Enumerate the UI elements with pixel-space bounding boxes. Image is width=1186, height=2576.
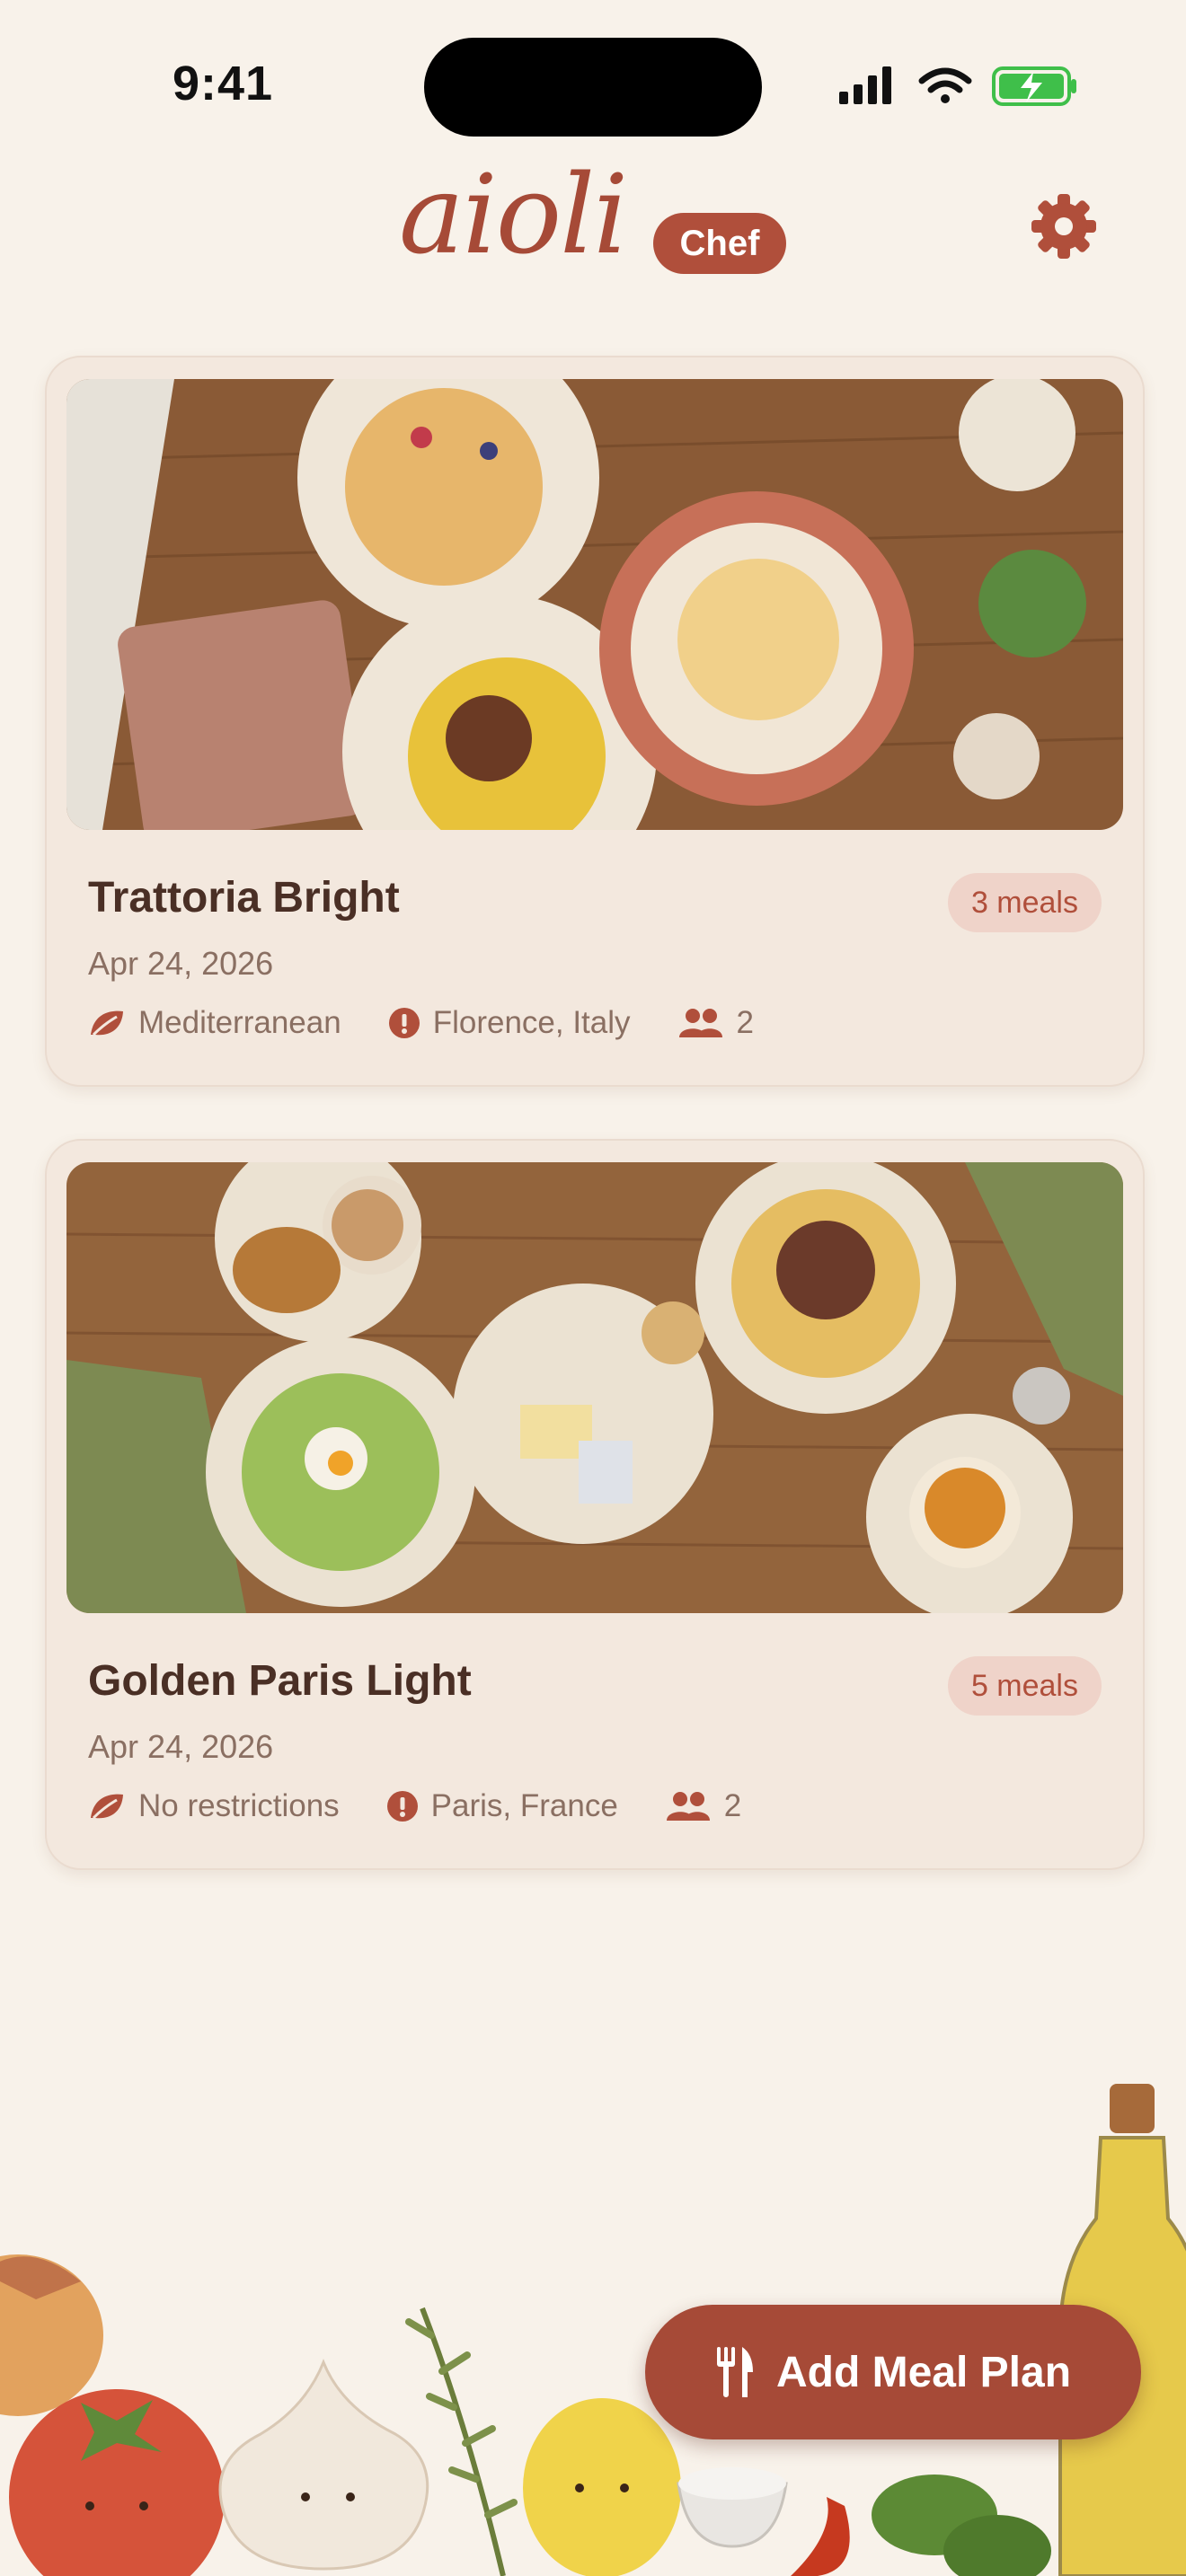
- chef-badge: Chef: [653, 213, 786, 274]
- location-tag: Florence, Italy: [388, 1005, 631, 1041]
- dynamic-island: [424, 38, 762, 137]
- diet-label: No restrictions: [138, 1788, 340, 1823]
- plan-title: Golden Paris Light: [88, 1657, 472, 1705]
- location-label: Florence, Italy: [432, 1005, 631, 1040]
- plan-date: Apr 24, 2026: [88, 1728, 274, 1765]
- status-icons: [839, 66, 1076, 106]
- diet-label: Mediterranean: [138, 1005, 341, 1040]
- status-time: 9:41: [173, 57, 274, 110]
- diet-tag: No restrictions: [88, 1788, 340, 1824]
- meal-plan-photo: [66, 379, 1123, 830]
- people-tag: 2: [677, 1005, 754, 1041]
- location-pin-icon: [386, 1791, 418, 1822]
- add-meal-plan-button[interactable]: Add Meal Plan: [645, 2305, 1141, 2439]
- meals-count-badge: 3 meals: [947, 873, 1102, 932]
- cellular-signal-icon: [839, 66, 891, 104]
- settings-gear-icon[interactable]: [1030, 192, 1098, 260]
- leaf-icon: [91, 1010, 123, 1037]
- people-count: 2: [736, 1005, 754, 1040]
- fork-knife-icon: [716, 2347, 753, 2397]
- people-count: 2: [723, 1788, 742, 1823]
- location-label: Paris, France: [430, 1788, 618, 1823]
- battery-charging-icon: [992, 66, 1076, 106]
- people-icon: [666, 1792, 710, 1821]
- meal-plan-photo: [66, 1162, 1123, 1613]
- add-meal-plan-label: Add Meal Plan: [775, 2348, 1072, 2396]
- meal-plan-card[interactable]: Trattoria Bright 3 meals Apr 24, 2026 Me…: [45, 356, 1145, 1087]
- plan-meta: Mediterranean Florence, Italy 2: [88, 1002, 801, 1044]
- plan-title: Trattoria Bright: [88, 874, 400, 922]
- location-pin-icon: [388, 1008, 420, 1038]
- app-logo: aioli: [399, 151, 628, 278]
- location-tag: Paris, France: [386, 1788, 618, 1824]
- meals-count-badge: 5 meals: [947, 1656, 1102, 1716]
- leaf-icon: [91, 1794, 123, 1820]
- wifi-icon: [918, 67, 972, 103]
- plan-meta: No restrictions Paris, France 2: [88, 1786, 788, 1827]
- people-icon: [678, 1009, 722, 1037]
- plan-date: Apr 24, 2026: [88, 945, 274, 982]
- people-tag: 2: [665, 1788, 741, 1824]
- diet-tag: Mediterranean: [88, 1005, 341, 1041]
- meal-plan-card[interactable]: Golden Paris Light 5 meals Apr 24, 2026 …: [45, 1139, 1145, 1870]
